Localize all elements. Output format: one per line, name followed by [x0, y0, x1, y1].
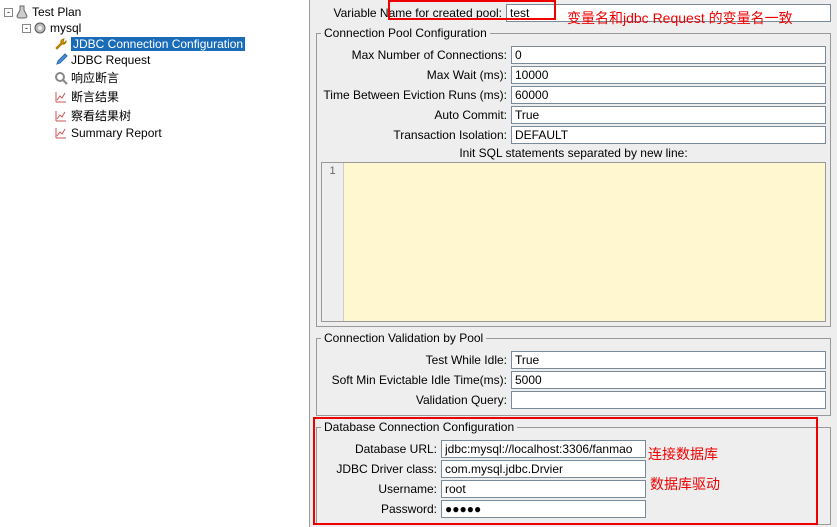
- valid-query-input[interactable]: [511, 391, 826, 409]
- tree-item-result-tree[interactable]: 察看结果树: [0, 106, 309, 125]
- trans-iso-label: Transaction Isolation:: [321, 128, 511, 142]
- init-sql-label: Init SQL statements separated by new lin…: [321, 146, 826, 160]
- auto-commit-label: Auto Commit:: [321, 108, 511, 122]
- tree-item-jdbc-config[interactable]: JDBC Connection Configuration: [0, 36, 309, 52]
- flask-icon: [15, 5, 29, 19]
- tree-item-label: JDBC Request: [71, 53, 150, 67]
- db-pass-input[interactable]: [441, 500, 646, 518]
- magnifier-icon: [54, 71, 68, 85]
- tree-item-label: 察看结果树: [71, 107, 131, 124]
- collapse-icon[interactable]: -: [22, 24, 31, 33]
- db-driver-input[interactable]: [441, 460, 646, 478]
- tree-item-summary[interactable]: Summary Report: [0, 125, 309, 141]
- soft-evict-label: Soft Min Evictable Idle Time(ms):: [321, 373, 511, 387]
- graph-icon: [54, 109, 68, 123]
- tree-item-label: 响应断言: [71, 69, 119, 86]
- pipette-icon: [54, 53, 68, 67]
- trans-iso-select[interactable]: [511, 126, 826, 144]
- tree-item-assertion[interactable]: 响应断言: [0, 68, 309, 87]
- db-config-fieldset: Database Connection Configuration Databa…: [316, 420, 831, 525]
- gear-icon: [33, 21, 47, 35]
- tree-thread-label: mysql: [50, 21, 81, 35]
- evict-input[interactable]: [511, 86, 826, 104]
- pool-legend: Connection Pool Configuration: [321, 26, 490, 40]
- db-user-input[interactable]: [441, 480, 646, 498]
- db-legend: Database Connection Configuration: [321, 420, 517, 434]
- max-wait-label: Max Wait (ms):: [321, 68, 511, 82]
- collapse-icon[interactable]: -: [4, 8, 13, 17]
- test-idle-label: Test While Idle:: [321, 353, 511, 367]
- annotation-text-2: 连接数据库: [648, 444, 718, 464]
- tree-item-assert-result[interactable]: 断言结果: [0, 87, 309, 106]
- db-driver-label: JDBC Driver class:: [321, 462, 441, 476]
- tree-item-label: JDBC Connection Configuration: [71, 37, 245, 51]
- soft-evict-input[interactable]: [511, 371, 826, 389]
- validation-fieldset: Connection Validation by Pool Test While…: [316, 331, 831, 416]
- tree-item-label: Summary Report: [71, 126, 162, 140]
- tree-item-jdbc-request[interactable]: JDBC Request: [0, 52, 309, 68]
- tree-item-label: 断言结果: [71, 88, 119, 105]
- tree-thread-group[interactable]: - mysql: [0, 20, 309, 36]
- graph-icon: [54, 126, 68, 140]
- db-pass-label: Password:: [321, 502, 441, 516]
- annotation-text-1: 变量名和jdbc Request 的变量名一致: [567, 8, 793, 28]
- test-idle-select[interactable]: [511, 351, 826, 369]
- db-url-input[interactable]: [441, 440, 646, 458]
- max-wait-input[interactable]: [511, 66, 826, 84]
- valid-query-label: Validation Query:: [321, 393, 511, 407]
- graph-icon: [54, 90, 68, 104]
- init-sql-textarea[interactable]: 1: [321, 162, 826, 322]
- tree-panel: - Test Plan - mysql JDBC Connection Conf…: [0, 0, 310, 527]
- db-user-label: Username:: [321, 482, 441, 496]
- valid-legend: Connection Validation by Pool: [321, 331, 486, 345]
- evict-label: Time Between Eviction Runs (ms):: [321, 88, 511, 102]
- line-number: 1: [329, 165, 335, 177]
- wrench-icon: [54, 37, 68, 51]
- auto-commit-select[interactable]: [511, 106, 826, 124]
- line-gutter: 1: [322, 163, 344, 321]
- max-conn-input[interactable]: [511, 46, 826, 64]
- annotation-text-3: 数据库驱动: [650, 474, 720, 494]
- pool-config-fieldset: Connection Pool Configuration Max Number…: [316, 26, 831, 327]
- variable-name-label: Variable Name for created pool:: [316, 6, 506, 20]
- tree-root[interactable]: - Test Plan: [0, 4, 309, 20]
- max-conn-label: Max Number of Connections:: [321, 48, 511, 62]
- config-panel: Variable Name for created pool: Connecti…: [310, 0, 837, 527]
- tree-root-label: Test Plan: [32, 5, 81, 19]
- db-url-label: Database URL:: [321, 442, 441, 456]
